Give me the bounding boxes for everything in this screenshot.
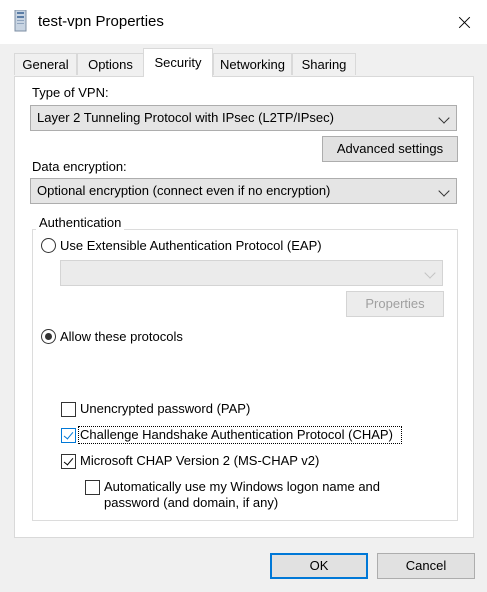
tab-options[interactable]: Options [77, 53, 144, 75]
encryption-select[interactable]: Optional encryption (connect even if no … [30, 178, 457, 204]
pap-checkbox[interactable] [61, 402, 76, 417]
vpn-type-label: Type of VPN: [32, 85, 109, 100]
mschapv2-checkbox[interactable] [61, 454, 76, 469]
vpn-type-select[interactable]: Layer 2 Tunneling Protocol with IPsec (L… [30, 105, 457, 131]
network-connection-icon [14, 9, 28, 35]
encryption-label: Data encryption: [32, 159, 127, 174]
tab-sharing[interactable]: Sharing [292, 53, 356, 75]
tab-networking[interactable]: Networking [213, 53, 292, 75]
eap-properties-button[interactable]: Properties [346, 291, 444, 317]
mschapv2-label[interactable]: Microsoft CHAP Version 2 (MS-CHAP v2) [80, 453, 319, 468]
eap-radio-label[interactable]: Use Extensible Authentication Protocol (… [60, 238, 322, 253]
chap-label[interactable]: Challenge Handshake Authentication Proto… [80, 427, 393, 442]
auto-logon-label-line2[interactable]: password (and domain, if any) [104, 495, 278, 510]
pap-label[interactable]: Unencrypted password (PAP) [80, 401, 250, 416]
tab-label: Networking [219, 57, 286, 72]
title-bar: test-vpn Properties [0, 0, 487, 44]
encryption-value: Optional encryption (connect even if no … [37, 183, 331, 198]
auto-logon-checkbox[interactable] [85, 480, 100, 495]
authentication-group-title: Authentication [36, 215, 125, 230]
vpn-type-value: Layer 2 Tunneling Protocol with IPsec (L… [37, 110, 334, 125]
button-label: Cancel [405, 558, 447, 573]
tab-label: Options [88, 57, 133, 72]
button-label: OK [309, 558, 329, 573]
auto-logon-label-line1[interactable]: Automatically use my Windows logon name … [104, 479, 380, 494]
window-title: test-vpn Properties [38, 13, 164, 30]
cancel-button[interactable]: Cancel [377, 553, 475, 579]
allow-protocols-radio[interactable] [41, 329, 56, 344]
advanced-settings-button[interactable]: Advanced settings [322, 136, 458, 162]
eap-method-select[interactable] [60, 260, 443, 286]
tab-security[interactable]: Security [143, 48, 213, 77]
close-icon[interactable] [451, 8, 479, 36]
chevron-down-icon [438, 112, 450, 124]
tab-label: Security [154, 55, 202, 70]
chevron-down-icon [438, 185, 450, 197]
tab-label: General [22, 57, 69, 72]
button-label: Properties [365, 296, 425, 311]
properties-dialog: test-vpn Properties General Options Secu… [0, 0, 487, 592]
chevron-down-icon [424, 267, 436, 279]
tab-label: Sharing [301, 57, 347, 72]
ok-button[interactable]: OK [270, 553, 368, 579]
button-label: Advanced settings [336, 141, 444, 156]
eap-radio[interactable] [41, 238, 56, 253]
tab-general[interactable]: General [14, 53, 77, 75]
chap-checkbox[interactable] [61, 428, 76, 443]
allow-protocols-label[interactable]: Allow these protocols [60, 329, 183, 344]
